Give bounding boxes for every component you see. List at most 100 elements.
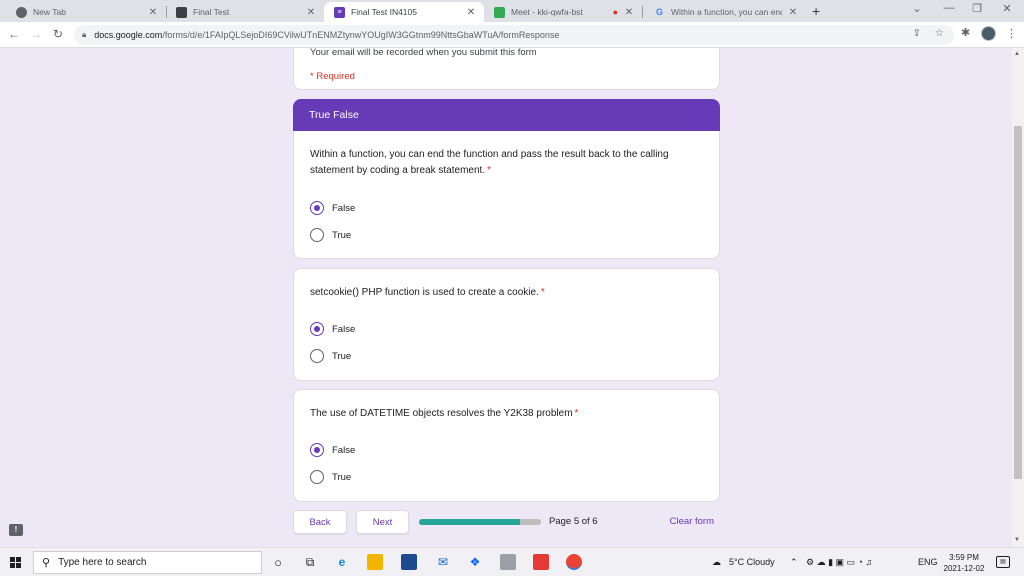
radio-selected[interactable] bbox=[310, 322, 324, 336]
tab-title: New Tab bbox=[33, 7, 66, 17]
reload-icon[interactable]: ↻ bbox=[50, 27, 66, 41]
extensions-puzzle-icon[interactable]: ✱ bbox=[961, 26, 970, 39]
tab-final-test[interactable]: Final Test ✕ bbox=[166, 2, 324, 22]
close-icon[interactable]: ✕ bbox=[306, 7, 316, 18]
feedback-icon[interactable]: ! bbox=[9, 524, 23, 536]
required-asterisk: * bbox=[487, 165, 492, 176]
progress-bar bbox=[419, 519, 541, 525]
close-icon[interactable]: ✕ bbox=[466, 7, 476, 18]
bookmark-star-icon[interactable]: ☆ bbox=[935, 28, 944, 39]
new-tab-icon[interactable]: + bbox=[812, 3, 820, 19]
option-label: True bbox=[332, 471, 352, 483]
form-navigation: Back Next Page 5 of 6 Clear form bbox=[293, 510, 720, 534]
weather-icon: ☁ bbox=[712, 557, 721, 567]
section-title: True False bbox=[293, 99, 720, 131]
back-arrow-icon[interactable]: ← bbox=[6, 27, 22, 41]
question-text: setcookie() PHP function is used to crea… bbox=[310, 287, 545, 298]
required-asterisk: * bbox=[540, 287, 545, 298]
tab-strip: New Tab ✕ Final Test ✕ ≡ Final Test IN41… bbox=[0, 0, 1024, 22]
address-bar[interactable]: 🔒︎ docs.google.com/forms/d/e/1FAIpQLSejo… bbox=[74, 25, 954, 45]
scroll-down-arrow-icon[interactable]: ▼ bbox=[1014, 537, 1020, 543]
scroll-up-arrow-icon[interactable]: ▲ bbox=[1014, 51, 1020, 57]
radio-selected[interactable] bbox=[310, 443, 324, 457]
back-button[interactable]: Back bbox=[293, 510, 347, 534]
option-true[interactable]: True bbox=[310, 464, 703, 490]
option-label: False bbox=[332, 444, 356, 456]
close-icon[interactable]: ✕ bbox=[624, 7, 634, 18]
required-asterisk: * bbox=[574, 408, 579, 419]
tray-overflow-icon[interactable]: ⌃ bbox=[790, 557, 798, 568]
task-view-icon[interactable]: ⧉ bbox=[302, 554, 318, 570]
tab-title: Within a function, you can end th bbox=[671, 7, 782, 17]
file-explorer-icon[interactable] bbox=[367, 554, 383, 570]
windows-taskbar: ⚲ Type here to search ○ ⧉ e ✉ ❖ ☁ 5°C Cl… bbox=[0, 547, 1024, 576]
search-icon: ⚲ bbox=[42, 557, 51, 569]
radio-unselected[interactable] bbox=[310, 349, 324, 363]
tab-divider bbox=[642, 6, 643, 18]
clock-date: 2021-12-02 bbox=[943, 564, 985, 573]
clear-form-link[interactable]: Clear form bbox=[670, 516, 714, 527]
more-menu-icon[interactable]: ⋮ bbox=[1006, 27, 1017, 40]
option-label: True bbox=[332, 350, 352, 362]
progress-fill bbox=[419, 519, 521, 525]
option-false[interactable]: False bbox=[310, 195, 703, 221]
edge-icon[interactable]: e bbox=[334, 554, 350, 570]
taskbar-search-box[interactable]: ⚲ Type here to search bbox=[33, 551, 262, 574]
form-page: Your email will be recorded when you sub… bbox=[0, 48, 1012, 547]
next-button[interactable]: Next bbox=[356, 510, 409, 534]
window-close-icon[interactable]: ✕ bbox=[992, 2, 1022, 15]
google-icon: G bbox=[655, 7, 663, 17]
forward-arrow-icon[interactable]: → bbox=[28, 27, 44, 41]
option-true[interactable]: True bbox=[310, 343, 703, 369]
office-icon[interactable] bbox=[533, 554, 549, 570]
required-note: * Required bbox=[310, 71, 355, 82]
share-icon[interactable]: ⇪ bbox=[913, 28, 921, 39]
recording-icon: ● bbox=[612, 7, 618, 17]
language-indicator[interactable]: ENG bbox=[918, 557, 938, 567]
browser-toolbar: ← → ↻ 🔒︎ docs.google.com/forms/d/e/1FAIp… bbox=[0, 22, 1024, 48]
tab-google-search[interactable]: G Within a function, you can end th ✕ bbox=[644, 2, 806, 22]
tab-title: Meet - kki-qwfa-bst bbox=[511, 7, 583, 17]
forms-icon: ≡ bbox=[334, 6, 345, 18]
search-placeholder: Type here to search bbox=[58, 557, 147, 568]
profile-avatar[interactable] bbox=[981, 26, 996, 41]
option-false[interactable]: False bbox=[310, 316, 703, 342]
system-tray-icons[interactable]: ⚙ ☁ ▮ ▣ ▭ ◔ ♫ bbox=[806, 557, 872, 568]
chrome-taskbar-icon[interactable] bbox=[566, 554, 582, 570]
tab-title: Final Test bbox=[193, 7, 230, 17]
url-host: docs.google.com bbox=[94, 30, 163, 40]
restore-icon[interactable]: ❐ bbox=[962, 2, 992, 15]
taskbar-clock[interactable]: 3:59 PM 2021-12-02 bbox=[942, 552, 986, 574]
close-icon[interactable]: ✕ bbox=[788, 7, 798, 18]
weather-text[interactable]: 5°C Cloudy bbox=[729, 557, 775, 567]
tab-new-tab[interactable]: New Tab ✕ bbox=[6, 2, 166, 22]
close-icon[interactable]: ✕ bbox=[148, 7, 158, 18]
option-label: True bbox=[332, 229, 352, 241]
radio-unselected[interactable] bbox=[310, 470, 324, 484]
store-icon[interactable] bbox=[401, 554, 417, 570]
tab-search-chevron-icon[interactable]: ⌄ bbox=[902, 2, 932, 15]
minimize-icon[interactable]: — bbox=[934, 2, 964, 14]
radio-unselected[interactable] bbox=[310, 228, 324, 242]
windows-start-icon[interactable] bbox=[10, 557, 21, 568]
meet-icon bbox=[494, 6, 505, 18]
tab-meet[interactable]: Meet - kki-qwfa-bst ● ✕ bbox=[484, 2, 642, 22]
radio-selected[interactable] bbox=[310, 201, 324, 215]
dropbox-icon[interactable]: ❖ bbox=[467, 554, 483, 570]
question-text: Within a function, you can end the funct… bbox=[310, 149, 669, 176]
question-card-2: setcookie() PHP function is used to crea… bbox=[293, 268, 720, 381]
form-header-card: Your email will be recorded when you sub… bbox=[293, 48, 720, 90]
question-card-1: Within a function, you can end the funct… bbox=[293, 131, 720, 259]
cortana-icon[interactable]: ○ bbox=[270, 554, 286, 570]
document-icon bbox=[176, 6, 187, 18]
page-indicator: Page 5 of 6 bbox=[549, 516, 598, 527]
tab-final-test-in4105[interactable]: ≡ Final Test IN4105 ✕ bbox=[324, 2, 484, 22]
option-label: False bbox=[332, 323, 356, 335]
option-false[interactable]: False bbox=[310, 437, 703, 463]
mail-icon[interactable]: ✉ bbox=[435, 554, 451, 570]
option-true[interactable]: True bbox=[310, 222, 703, 248]
scrollbar-thumb[interactable] bbox=[1014, 126, 1022, 479]
app-icon[interactable] bbox=[500, 554, 516, 570]
notifications-icon[interactable]: ▤ bbox=[996, 556, 1010, 568]
page-scrollbar[interactable]: ▲ ▼ bbox=[1012, 48, 1024, 547]
